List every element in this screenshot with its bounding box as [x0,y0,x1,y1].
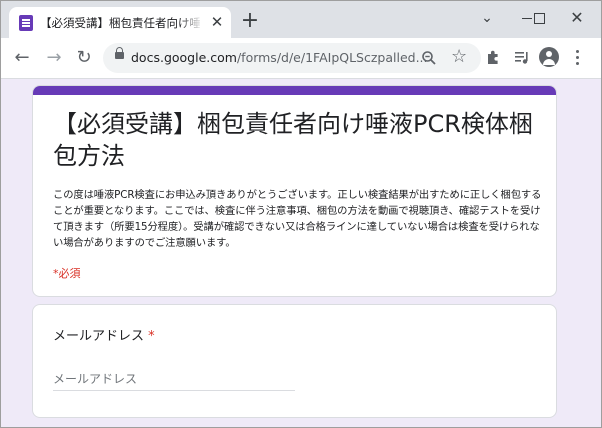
browser-toolbar: ← → ↻ docs.google.com/forms/d/e/1FAIpQLS… [1,38,601,79]
tab-search-icon[interactable]: ⌄ [477,9,497,29]
media-list-icon[interactable] [511,46,533,68]
reload-icon[interactable]: ↻ [73,47,95,69]
email-field[interactable] [53,372,295,386]
new-tab-button[interactable]: + [240,10,260,32]
url-text[interactable]: docs.google.com/forms/d/e/1FAIpQLSczpall… [131,50,428,66]
maximize-button[interactable] [526,9,546,29]
close-window-button[interactable]: ✕ [567,9,587,29]
question-label: メールアドレス [53,329,145,344]
browser-window: 【必須受講】梱包責任者向け唾液PCR検体梱包方法 - Google フォーム ✕… [0,0,602,428]
form-description: この度は唾液PCR検査にお申込み頂きありがとうございます。正しい検査結果が出すた… [53,189,542,249]
browser-tab[interactable]: 【必須受講】梱包責任者向け唾液PCR検体梱包方法 - Google フォーム ✕ [9,7,231,38]
email-question-card: メールアドレス * [32,304,557,418]
url-path: /forms/d/e/1FAIpQLSczpalled... [236,50,428,65]
form-title: 【必須受講】梱包責任者向け唾液PCR検体梱包方法 [53,110,533,170]
required-note: *必須 [53,267,81,280]
more-menu-icon[interactable] [575,47,581,69]
profile-avatar-icon[interactable] [539,47,559,67]
forward-arrow-icon[interactable]: → [43,47,65,69]
form-header-card: 【必須受講】梱包責任者向け唾液PCR検体梱包方法 この度は唾液PCR検査にお申込… [32,85,557,297]
question-title: メールアドレス * [53,325,155,344]
zoom-out-icon[interactable] [421,50,437,66]
bookmark-star-icon[interactable]: ☆ [451,47,467,67]
tab-title: 【必須受講】梱包責任者向け唾液PCR検体梱包方法 - Google フォーム [40,16,200,30]
form-page: 【必須受講】梱包責任者向け唾液PCR検体梱包方法 この度は唾液PCR検査にお申込… [1,79,601,427]
form-accent-bar [33,86,556,95]
puzzle-icon[interactable] [483,46,505,68]
url-host: docs.google.com [131,50,237,65]
lock-icon[interactable] [115,47,124,59]
address-bar[interactable]: docs.google.com/forms/d/e/1FAIpQLSczpall… [103,43,481,73]
required-asterisk: * [148,329,155,344]
email-field-container[interactable] [53,368,295,391]
google-forms-favicon-icon [19,15,33,31]
back-arrow-icon[interactable]: ← [11,47,33,69]
tab-strip: 【必須受講】梱包責任者向け唾液PCR検体梱包方法 - Google フォーム ✕… [1,1,601,38]
tab-close-icon[interactable]: ✕ [209,14,225,30]
